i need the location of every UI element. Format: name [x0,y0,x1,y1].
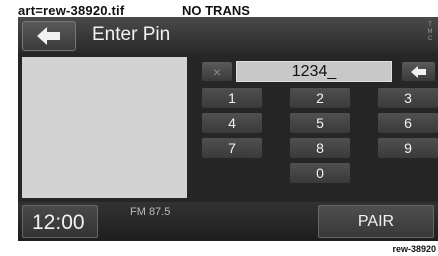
page-title: Enter Pin [92,24,171,45]
backspace-arrow-icon [410,65,426,78]
top-bar: Enter Pin T M C [18,17,438,53]
key-3[interactable]: 3 [378,88,438,108]
infotainment-screen: Enter Pin T M C × 1234_ 1 2 3 4 5 6 7 8 … [18,17,438,241]
pair-button[interactable]: PAIR [318,205,434,238]
art-filename-label: art=rew-38920.tif [18,3,125,18]
key-4[interactable]: 4 [202,113,262,133]
key-7[interactable]: 7 [202,138,262,158]
clock-button[interactable]: 12:00 [22,205,98,238]
back-arrow-icon [37,27,60,45]
backspace-button[interactable] [402,62,435,81]
radio-station: FM 87.5 [130,206,171,218]
key-1[interactable]: 1 [202,88,262,108]
key-5[interactable]: 5 [290,113,350,133]
key-6[interactable]: 6 [378,113,438,133]
key-0[interactable]: 0 [290,163,350,183]
corner-letters: T M C [427,22,433,42]
key-8[interactable]: 8 [290,138,350,158]
back-button[interactable] [22,21,76,51]
left-panel [22,57,187,198]
reference-label: rew-38920 [392,244,436,254]
pin-field[interactable]: 1234_ [236,61,392,82]
clock: 12:00 [32,211,85,234]
clear-button[interactable]: × [202,62,232,81]
key-2[interactable]: 2 [290,88,350,108]
no-trans-label: NO TRANS [182,3,250,18]
clear-icon: × [212,63,222,80]
key-9[interactable]: 9 [378,138,438,158]
pin-keypad: × 1234_ 1 2 3 4 5 6 7 8 9 0 [192,57,438,198]
bottom-bar: 12:00 FM 87.5 PAIR [18,202,438,241]
